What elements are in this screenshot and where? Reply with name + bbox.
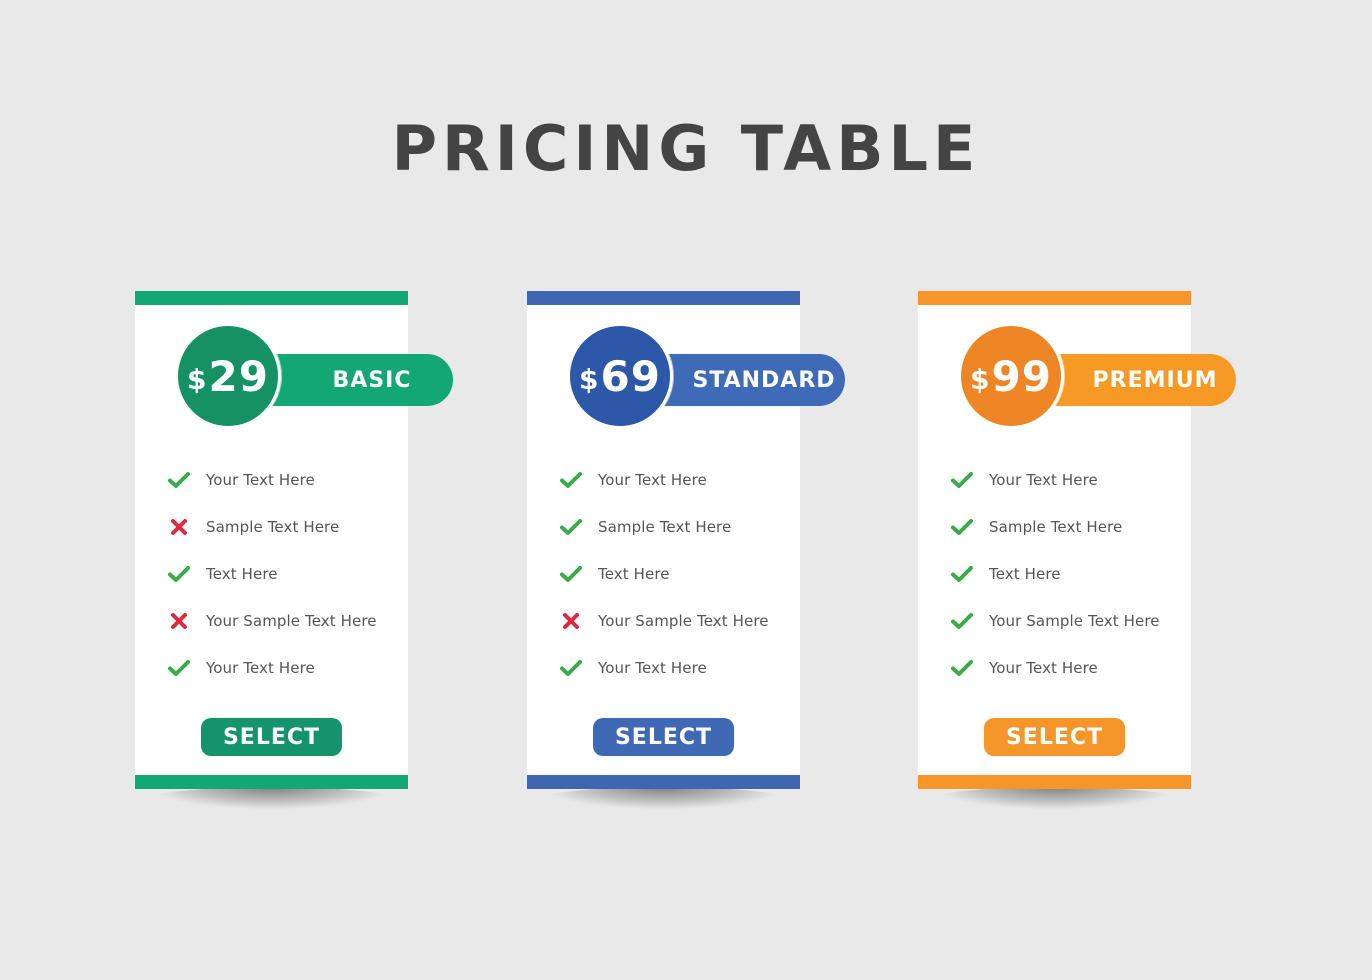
price-amount: 29: [208, 351, 269, 401]
plan-card-basic: BASIC $ 29 Your Text Here Sample Text Her…: [135, 291, 453, 809]
feature-label: Your Text Here: [989, 470, 1098, 489]
feature-label: Text Here: [598, 564, 670, 583]
price-amount: 99: [991, 351, 1052, 401]
check-icon: [167, 656, 191, 680]
card-bottom-bar: [135, 775, 408, 789]
feature-label: Sample Text Here: [206, 517, 340, 536]
feature-item: Your Text Here: [950, 645, 1160, 692]
feature-label: Your Text Here: [598, 659, 707, 678]
plan-header: STANDARD $ 69: [567, 323, 847, 429]
plan-name: BASIC: [332, 367, 412, 393]
feature-item: Your Sample Text Here: [167, 598, 377, 645]
check-icon: [559, 468, 583, 492]
check-icon: [950, 562, 974, 586]
card-top-bar: [918, 291, 1191, 305]
feature-label: Your Text Here: [989, 659, 1098, 678]
feature-list: Your Text Here Sample Text Here Text Here Y…: [950, 456, 1160, 692]
price-badge: $ 69: [567, 323, 673, 429]
plan-price: $ 99: [970, 352, 1052, 401]
feature-item: Text Here: [950, 550, 1160, 597]
cross-icon: [559, 609, 583, 633]
plan-name-ribbon: BASIC: [263, 354, 453, 406]
select-button-standard[interactable]: SELECT: [593, 718, 734, 756]
feature-item: Sample Text Here: [167, 503, 377, 550]
plan-name: PREMIUM: [1092, 367, 1218, 393]
check-icon: [559, 562, 583, 586]
feature-item: Your Text Here: [167, 645, 377, 692]
feature-item: Your Sample Text Here: [950, 598, 1160, 645]
plan-price: $ 69: [579, 352, 661, 401]
check-icon: [950, 515, 974, 539]
feature-item: Your Text Here: [167, 456, 377, 503]
check-icon: [167, 468, 191, 492]
check-icon: [559, 515, 583, 539]
feature-item: Your Text Here: [559, 456, 769, 503]
card-top-bar: [135, 291, 408, 305]
card-top-bar: [527, 291, 800, 305]
cross-icon: [167, 515, 191, 539]
card-shadow: [936, 787, 1173, 809]
feature-item: Your Text Here: [559, 645, 769, 692]
card-shadow: [153, 787, 390, 809]
feature-item: Text Here: [559, 550, 769, 597]
card-bottom-bar: [527, 775, 800, 789]
select-button-basic[interactable]: SELECT: [201, 718, 342, 756]
plan-price: $ 29: [187, 352, 269, 401]
plan-name-ribbon: PREMIUM: [1046, 354, 1236, 406]
card-bottom-bar: [918, 775, 1191, 789]
feature-item: Text Here: [167, 550, 377, 597]
feature-label: Your Text Here: [206, 470, 315, 489]
card-shadow: [545, 787, 782, 809]
feature-label: Your Text Here: [206, 659, 315, 678]
check-icon: [950, 656, 974, 680]
price-amount: 69: [600, 351, 661, 401]
price-badge: $ 29: [175, 323, 281, 429]
page-title: PRICING TABLE: [391, 112, 981, 185]
plan-name-ribbon: STANDARD: [655, 354, 845, 406]
feature-label: Your Sample Text Here: [206, 612, 377, 631]
check-icon: [950, 609, 974, 633]
check-icon: [559, 656, 583, 680]
plan-name: STANDARD: [692, 367, 836, 393]
feature-label: Text Here: [206, 564, 278, 583]
plan-card-standard: STANDARD $ 69 Your Text Here Sample Text …: [527, 291, 845, 809]
feature-item: Your Text Here: [950, 456, 1160, 503]
currency-symbol: $: [187, 362, 207, 396]
plan-header: PREMIUM $ 99: [958, 323, 1238, 429]
feature-item: Your Sample Text Here: [559, 598, 769, 645]
cross-icon: [167, 609, 191, 633]
feature-label: Your Sample Text Here: [989, 612, 1160, 631]
select-button-premium[interactable]: SELECT: [984, 718, 1125, 756]
check-icon: [950, 468, 974, 492]
price-badge: $ 99: [958, 323, 1064, 429]
feature-list: Your Text Here Sample Text Here Text Here Y…: [559, 456, 769, 692]
plan-card-premium: PREMIUM $ 99 Your Text Here Sample Text H…: [918, 291, 1236, 809]
feature-label: Sample Text Here: [598, 517, 732, 536]
feature-label: Your Sample Text Here: [598, 612, 769, 631]
check-icon: [167, 562, 191, 586]
feature-item: Sample Text Here: [950, 503, 1160, 550]
plan-header: BASIC $ 29: [175, 323, 455, 429]
currency-symbol: $: [970, 362, 990, 396]
feature-item: Sample Text Here: [559, 503, 769, 550]
feature-list: Your Text Here Sample Text Here Text Here Y…: [167, 456, 377, 692]
currency-symbol: $: [579, 362, 599, 396]
feature-label: Sample Text Here: [989, 517, 1123, 536]
feature-label: Text Here: [989, 564, 1061, 583]
feature-label: Your Text Here: [598, 470, 707, 489]
